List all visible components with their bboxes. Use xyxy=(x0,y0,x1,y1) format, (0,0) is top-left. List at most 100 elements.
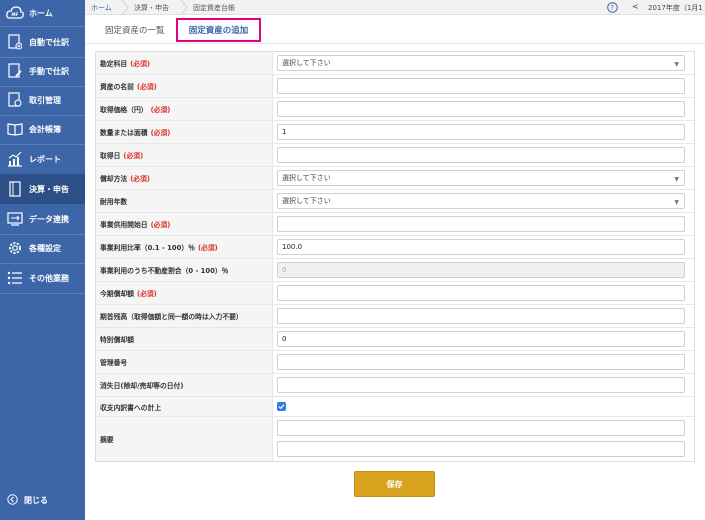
field-label: 耐用年数 xyxy=(100,198,128,206)
depreciation-method-select[interactable]: 選択して下さい ▼ xyxy=(277,170,685,186)
sidebar-item-ledger[interactable]: 会計帳簿 xyxy=(0,117,85,141)
required-mark: (必須) xyxy=(136,83,157,91)
memo-input-1[interactable] xyxy=(277,420,685,436)
sidebar-item-label: データ連携 xyxy=(29,214,69,224)
checkmark-icon xyxy=(278,404,285,410)
form-row-special-depreciation: 特別償却額 0 xyxy=(96,328,694,351)
sidebar-item-label: レポート xyxy=(29,154,61,164)
sidebar-item-data-link[interactable]: データ連携 xyxy=(0,207,85,231)
required-mark: (必須) xyxy=(150,129,171,137)
sidebar-item-home[interactable]: MF ホーム xyxy=(0,1,85,25)
form-row-account: 勘定科目 (必須) 選択して下さい ▼ xyxy=(96,52,694,75)
field-label: 期首残高（取得価額と同一額の時は入力不要） xyxy=(100,313,243,321)
sidebar-item-closing[interactable]: 決算・申告 xyxy=(0,174,85,204)
form-row-quantity: 数量または面積 (必須) 1 xyxy=(96,121,694,144)
svg-text:MF: MF xyxy=(12,12,19,17)
data-link-icon xyxy=(6,211,24,227)
tab-asset-add[interactable]: 固定資産の追加 xyxy=(176,18,261,42)
breadcrumb-closing[interactable]: 決算・申告 xyxy=(134,3,169,13)
chevron-down-icon: ▼ xyxy=(674,61,679,68)
breadcrumb-separator-icon xyxy=(180,0,188,15)
tab-asset-add-label: 固定資産の追加 xyxy=(188,26,249,36)
cloud-icon: MF xyxy=(6,5,24,21)
asset-name-input[interactable] xyxy=(277,78,685,94)
auto-journal-icon xyxy=(6,34,24,50)
form-row-memo: 摘要 xyxy=(96,417,694,461)
document-icon xyxy=(6,181,24,197)
sidebar-item-label: その他業務 xyxy=(29,273,69,283)
form-row-management-number: 管理番号 xyxy=(96,351,694,374)
account-select[interactable]: 選択して下さい ▼ xyxy=(277,55,685,71)
required-mark: (必須) xyxy=(123,152,144,160)
sidebar-item-settings[interactable]: 各種設定 xyxy=(0,236,85,260)
tab-asset-list[interactable]: 固定資産の一覧 xyxy=(105,24,165,36)
sidebar-item-label: 取引管理 xyxy=(29,95,61,105)
field-label: 事業利用比率（0.1 - 100）％ xyxy=(100,244,195,252)
sidebar-item-auto-journal[interactable]: 自動で仕訳 xyxy=(0,30,85,54)
quantity-input[interactable]: 1 xyxy=(277,124,685,140)
form-row-income-statement: 収支内訳書への計上 xyxy=(96,397,694,417)
sidebar-item-label: ホーム xyxy=(29,8,53,18)
fixed-asset-form: 勘定科目 (必須) 選択して下さい ▼ 資産の名前 (必須) 取得価格（円） (必須) … xyxy=(95,51,695,462)
management-number-input[interactable] xyxy=(277,354,685,370)
chevron-left-circle-icon xyxy=(7,493,18,507)
sidebar-item-other[interactable]: その他業務 xyxy=(0,266,85,290)
sidebar-close-button[interactable]: 閉じる xyxy=(0,490,85,510)
form-row-useful-life: 耐用年数 選択して下さい ▼ xyxy=(96,190,694,213)
current-depreciation-input[interactable] xyxy=(277,285,685,301)
acquisition-price-input[interactable] xyxy=(277,101,685,117)
useful-life-select[interactable]: 選択して下さい ▼ xyxy=(277,193,685,209)
form-row-business-ratio: 事業利用比率（0.1 - 100）％ (必須) 100.0 xyxy=(96,236,694,259)
sidebar: MF ホーム 自動で仕訳 手動で仕訳 取引管理 会計帳簿 レポート 決算・申告 … xyxy=(0,0,85,520)
required-mark: (必須) xyxy=(150,221,171,229)
breadcrumb-separator-icon xyxy=(121,0,129,15)
required-mark: (必須) xyxy=(150,106,171,114)
help-icon[interactable]: ? xyxy=(607,2,618,13)
field-label: 償却方法 xyxy=(100,175,128,183)
form-row-price: 取得価格（円） (必須) xyxy=(96,98,694,121)
required-mark: (必須) xyxy=(130,60,150,68)
breadcrumb-home[interactable]: ホーム xyxy=(91,3,112,13)
fiscal-year-label[interactable]: 2017年度（1月1 xyxy=(648,3,703,13)
required-mark: (必須) xyxy=(136,290,157,298)
special-depreciation-input[interactable]: 0 xyxy=(277,331,685,347)
field-label: 資産の名前 xyxy=(100,83,134,91)
opening-balance-input[interactable] xyxy=(277,308,685,324)
real-estate-ratio-input: 0 xyxy=(277,262,685,278)
field-label: 数量または面積 xyxy=(100,129,148,137)
sidebar-item-manual-journal[interactable]: 手動で仕訳 xyxy=(0,59,85,83)
save-button[interactable]: 保存 xyxy=(354,471,435,497)
required-mark: (必須) xyxy=(130,175,150,183)
gear-icon xyxy=(6,240,24,256)
service-start-date-input[interactable] xyxy=(277,216,685,232)
form-row-service-start-date: 事業供用開始日 (必須) xyxy=(96,213,694,236)
manual-journal-icon xyxy=(6,63,24,79)
memo-input-2[interactable] xyxy=(277,441,685,457)
business-ratio-input[interactable]: 100.0 xyxy=(277,239,685,255)
sidebar-item-reports[interactable]: レポート xyxy=(0,146,85,172)
sidebar-item-transactions[interactable]: 取引管理 xyxy=(0,88,85,112)
form-row-current-depreciation: 今期償却額 (必須) xyxy=(96,282,694,305)
field-label: 勘定科目 xyxy=(100,60,128,68)
sidebar-item-label: 各種設定 xyxy=(29,243,61,253)
income-statement-checkbox[interactable] xyxy=(277,402,286,411)
form-row-asset-name: 資産の名前 (必須) xyxy=(96,75,694,98)
required-mark: (必須) xyxy=(197,244,218,252)
sidebar-item-label: 自動で仕訳 xyxy=(29,37,69,47)
close-label: 閉じる xyxy=(24,495,48,505)
chart-icon xyxy=(6,151,24,167)
acquisition-date-input[interactable] xyxy=(277,147,685,163)
form-row-acquisition-date: 取得日 (必須) xyxy=(96,144,694,167)
sidebar-item-label: 決算・申告 xyxy=(29,184,69,194)
previous-year-icon[interactable]: < xyxy=(632,2,639,11)
field-label: 取得価格（円） xyxy=(100,106,148,114)
disposal-date-input[interactable] xyxy=(277,377,685,393)
sidebar-item-label: 手動で仕訳 xyxy=(29,66,69,76)
field-label: 消失日(除却/売却等の日付) xyxy=(100,382,184,390)
breadcrumb-current: 固定資産台帳 xyxy=(193,4,235,12)
field-label: 管理番号 xyxy=(100,359,128,367)
field-label: 今期償却額 xyxy=(100,290,134,298)
form-row-real-estate-ratio: 事業利用のうち不動産割合（0 - 100）％ 0 xyxy=(96,259,694,282)
form-row-opening-balance: 期首残高（取得価額と同一額の時は入力不要） xyxy=(96,305,694,328)
ledger-book-icon xyxy=(6,121,24,137)
